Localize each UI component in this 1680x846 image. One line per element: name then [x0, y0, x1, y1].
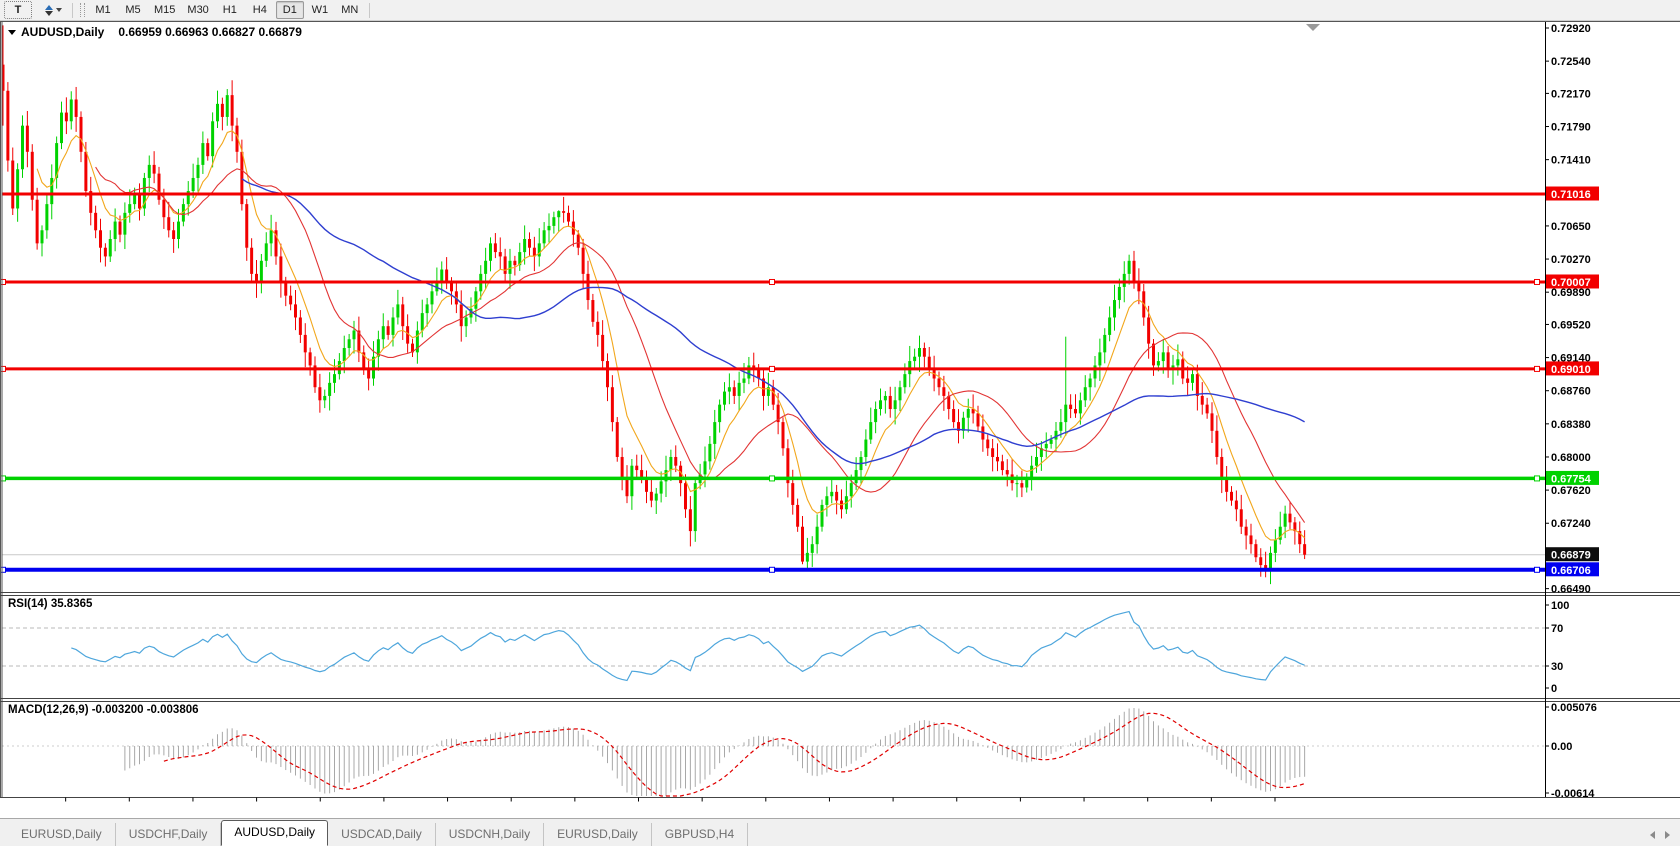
axis-tick-label: 0.71790 — [1551, 122, 1591, 134]
time-axis-ticks — [66, 798, 1275, 802]
chart-window: 0.72920 0.72540 0.72170 0.71790 0.71410 0.706… — [0, 20, 1680, 802]
tabs-container: EURUSD,DailyUSDCHF,DailyAUDUSD,DailyUSDC… — [8, 817, 748, 846]
axis-tick-label: 0.70270 — [1551, 254, 1591, 266]
rsi-line — [71, 612, 1304, 681]
tab-USDCHF-Daily[interactable]: USDCHF,Daily — [116, 823, 222, 846]
tab-scroll-controls — [1650, 831, 1680, 846]
axis-tick-label: 0.72170 — [1551, 88, 1591, 100]
axis-tick-label: 0.69520 — [1551, 319, 1591, 331]
timeframe-button-H1[interactable]: H1 — [216, 1, 244, 19]
timeframe-button-M30[interactable]: M30 — [182, 1, 213, 19]
chart-symbol: AUDUSD,Daily — [21, 25, 104, 39]
line-handle[interactable] — [1535, 279, 1540, 284]
chart-collapse-icon[interactable] — [8, 30, 16, 35]
price-axis[interactable]: 0.72920 0.72540 0.72170 0.71790 0.71410 0.706… — [1545, 23, 1599, 800]
macd-indicator-label: MACD(12,26,9) -0.003200 -0.003806 — [8, 704, 199, 716]
tab-USDCAD-Daily[interactable]: USDCAD,Daily — [328, 823, 436, 846]
chart-tab-bar: EURUSD,DailyUSDCHF,DailyAUDUSD,DailyUSDC… — [0, 818, 1680, 846]
toolbar-grip[interactable] — [80, 3, 85, 17]
timeframe-button-M15[interactable]: M15 — [149, 1, 180, 19]
rsi-panel — [2, 612, 1545, 681]
bid-price-label: 0.66879 — [1551, 550, 1591, 562]
line-handle[interactable] — [1535, 476, 1540, 481]
line-handle[interactable] — [1, 366, 6, 371]
line-handle[interactable] — [1, 476, 6, 481]
axis-tick-label: 30 — [1551, 661, 1563, 673]
text-tool-button[interactable]: T — [4, 1, 32, 19]
line-handle[interactable] — [770, 567, 775, 572]
hline-price-label: 0.66706 — [1551, 565, 1591, 577]
chart-quote-ohlc: 0.66959 0.66963 0.66827 0.66879 — [118, 25, 302, 39]
axis-tick-label: 0.72540 — [1551, 56, 1591, 68]
tab-USDCNH-Daily[interactable]: USDCNH,Daily — [436, 823, 544, 846]
axis-tick-label: 0.00 — [1551, 741, 1572, 753]
chart-title: AUDUSD,Daily 0.66959 0.66963 0.66827 0.66… — [8, 25, 302, 39]
main-price-panel — [1, 24, 1546, 584]
axis-tick-label: 0.67620 — [1551, 485, 1591, 497]
axis-tick-label: 0.005076 — [1551, 702, 1597, 714]
line-handle[interactable] — [1, 567, 6, 572]
axis-tick-label: 100 — [1551, 600, 1569, 612]
hline-price-label: 0.71016 — [1551, 189, 1591, 201]
axis-tick-label: -0.00614 — [1551, 788, 1595, 800]
axis-tick-label: 0 — [1551, 683, 1557, 695]
timeframe-button-M1[interactable]: M1 — [89, 1, 117, 19]
tab-scroll-right-icon[interactable] — [1665, 831, 1670, 839]
timeframe-button-MN[interactable]: MN — [336, 1, 364, 19]
hline-price-label: 0.69010 — [1551, 364, 1591, 376]
axis-tick-label: 0.68380 — [1551, 419, 1591, 431]
candlesticks — [2, 25, 1307, 584]
text-tool-label: T — [15, 4, 22, 16]
line-handle[interactable] — [1535, 567, 1540, 572]
axis-tick-label: 0.66490 — [1551, 584, 1591, 596]
timeframe-button-D1[interactable]: D1 — [276, 1, 304, 19]
tab-EURUSD-Daily[interactable]: EURUSD,Daily — [8, 823, 116, 846]
chart-canvas[interactable]: 0.72920 0.72540 0.72170 0.71790 0.71410 0.706… — [0, 20, 1680, 802]
axis-tick-label: 0.68760 — [1551, 386, 1591, 398]
line-handle[interactable] — [770, 476, 775, 481]
line-handle[interactable] — [770, 366, 775, 371]
top-toolbar: T M1M5M15M30H1H4D1W1MN — [0, 0, 1680, 21]
timeframe-button-W1[interactable]: W1 — [306, 1, 334, 19]
axis-tick-label: 0.68000 — [1551, 452, 1591, 464]
arrows-tool-icon — [45, 5, 53, 16]
line-handle[interactable] — [1, 279, 6, 284]
tab-scroll-left-icon[interactable] — [1650, 831, 1655, 839]
chevron-down-icon — [56, 8, 62, 12]
line-handle[interactable] — [1535, 366, 1540, 371]
macd-panel — [2, 708, 1545, 796]
tab-AUDUSD-Daily[interactable]: AUDUSD,Daily — [221, 820, 328, 846]
axis-tick-label: 0.72920 — [1551, 23, 1591, 35]
hline-price-label: 0.70007 — [1551, 277, 1591, 289]
axis-tick-label: 0.70650 — [1551, 221, 1591, 233]
macd-signal-line — [164, 713, 1305, 796]
timeframe-button-M5[interactable]: M5 — [119, 1, 147, 19]
tab-EURUSD-Daily[interactable]: EURUSD,Daily — [544, 823, 652, 846]
axis-tick-label: 0.71410 — [1551, 155, 1591, 167]
axis-tick-label: 0.67240 — [1551, 518, 1591, 530]
axis-tick-label: 70 — [1551, 623, 1563, 635]
timeframe-button-group: M1M5M15M30H1H4D1W1MN — [88, 1, 365, 19]
toolbar-separator — [369, 3, 370, 18]
arrows-tool-button[interactable] — [34, 1, 67, 19]
timeframe-button-H4[interactable]: H4 — [246, 1, 274, 19]
rsi-indicator-label: RSI(14) 35.8365 — [8, 598, 92, 610]
hline-price-label: 0.67754 — [1551, 473, 1592, 485]
line-handle[interactable] — [770, 279, 775, 284]
toolbar-separator — [72, 3, 73, 18]
chart-frame — [0, 22, 1680, 798]
chart-shift-marker[interactable] — [1306, 24, 1320, 31]
tab-GBPUSD-H4[interactable]: GBPUSD,H4 — [652, 823, 748, 846]
